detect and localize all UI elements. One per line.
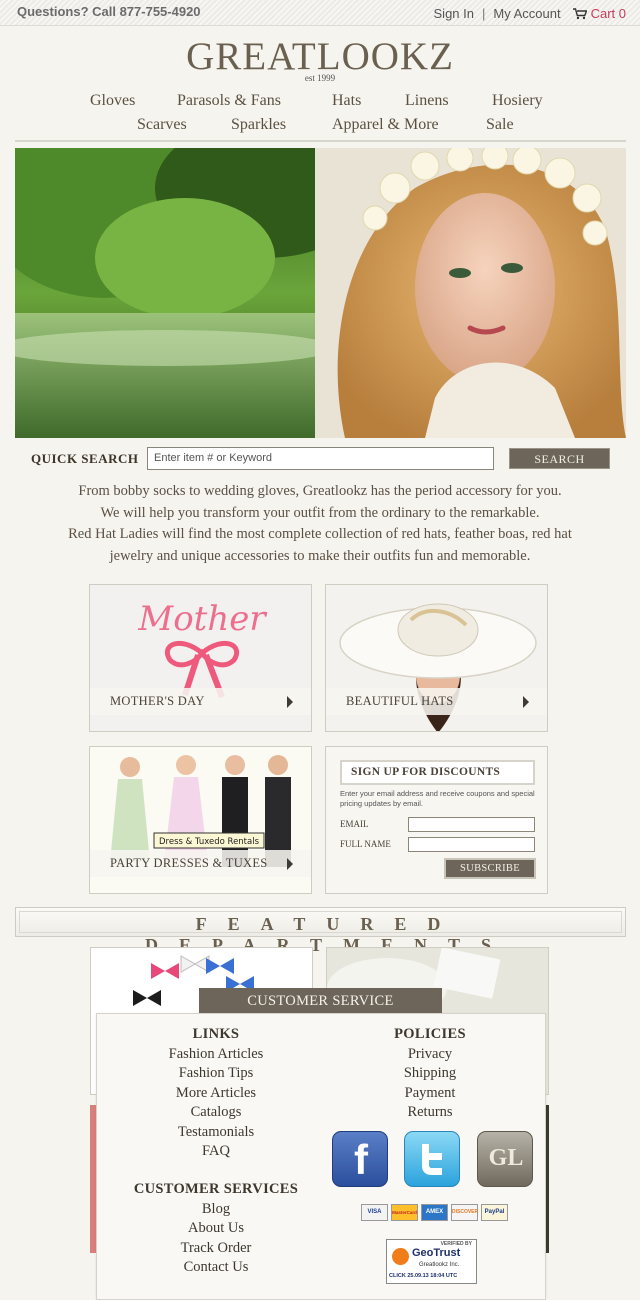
- beautiful-hats-tile[interactable]: BEAUTIFUL HATS: [325, 584, 548, 732]
- link-more-articles[interactable]: More Articles: [137, 1084, 295, 1104]
- policy-privacy[interactable]: Privacy: [360, 1045, 500, 1065]
- top-bar: Questions? Call 877-755-4920 Sign In | M…: [0, 0, 640, 26]
- tile-caption: PARTY DRESSES & TUXES: [90, 850, 311, 877]
- my-account-link[interactable]: My Account: [493, 6, 560, 21]
- links-heading: LINKS: [192, 1026, 240, 1042]
- intro-line: We will help you transform your outfit f…: [100, 504, 540, 521]
- mother-embroidery-text: Mother: [137, 599, 267, 639]
- signup-box: SIGN UP FOR DISCOUNTS Enter your email a…: [325, 746, 548, 894]
- email-field[interactable]: [408, 817, 535, 832]
- beautiful-hats-label: BEAUTIFUL HATS: [346, 694, 454, 708]
- nav-sparkles[interactable]: Sparkles: [231, 116, 286, 134]
- search-input[interactable]: Enter item # or Keyword: [147, 447, 494, 470]
- nav-linens[interactable]: Linens: [405, 92, 449, 110]
- policies-column: POLICIES Privacy Shipping Payment Return…: [360, 1025, 500, 1123]
- nav-apparel-more[interactable]: Apparel & More: [332, 116, 439, 134]
- email-label: EMAIL: [340, 819, 369, 829]
- paypal-icon: PayPal: [481, 1204, 508, 1221]
- logo-est: est 1999: [304, 73, 336, 83]
- payment-cards: VISA MasterCard AMEX DISCOVER PayPal: [361, 1204, 508, 1221]
- sign-in-link[interactable]: Sign In: [434, 6, 474, 21]
- link-testamonials[interactable]: Testamonials: [137, 1123, 295, 1143]
- geotrust-company: Greatlookz Inc.: [419, 1262, 460, 1268]
- link-fashion-tips[interactable]: Fashion Tips: [137, 1064, 295, 1084]
- nav-parasols-fans[interactable]: Parasols & Fans: [177, 92, 281, 110]
- tile-caption: MOTHER'S DAY: [90, 688, 311, 715]
- geotrust-badge[interactable]: VERIFIED BY GeoTrust Greatlookz Inc. CLI…: [386, 1239, 477, 1284]
- full-name-field[interactable]: [408, 837, 535, 852]
- customer-service-panel: LINKS Fashion Articles Fashion Tips More…: [96, 1013, 546, 1300]
- links-column: LINKS Fashion Articles Fashion Tips More…: [137, 1025, 295, 1162]
- signup-description: Enter your email address and receive cou…: [340, 789, 535, 808]
- mothers-day-tile[interactable]: Mother MOTHER'S DAY: [89, 584, 312, 732]
- hero-banner[interactable]: [15, 148, 626, 438]
- nav-scarves[interactable]: Scarves: [137, 116, 187, 134]
- twitter-glyph: [422, 1144, 442, 1175]
- arrow-right-icon: [287, 696, 293, 708]
- intro-line: Red Hat Ladies will find the most comple…: [68, 526, 572, 542]
- link-faq[interactable]: FAQ: [137, 1142, 295, 1162]
- quick-search-label: QUICK SEARCH: [31, 451, 139, 466]
- mastercard-icon: MasterCard: [391, 1204, 418, 1221]
- account-links: Sign In | My Account Cart 0: [434, 6, 626, 21]
- service-blog[interactable]: Blog: [115, 1200, 317, 1220]
- intro-text: From bobby socks to wedding gloves, Grea…: [20, 481, 620, 567]
- service-about-us[interactable]: About Us: [115, 1219, 317, 1239]
- subscribe-button[interactable]: SUBSCRIBE: [444, 858, 536, 879]
- greatlookz-icon[interactable]: GL: [477, 1131, 533, 1187]
- facebook-icon[interactable]: f: [332, 1131, 388, 1187]
- nav-hats[interactable]: Hats: [332, 92, 361, 110]
- customer-services-column: CUSTOMER SERVICES Blog About Us Track Or…: [115, 1180, 317, 1278]
- nav-sale[interactable]: Sale: [486, 116, 514, 134]
- amex-icon: AMEX: [421, 1204, 448, 1221]
- visa-icon: VISA: [361, 1204, 388, 1221]
- nav-hosiery[interactable]: Hosiery: [492, 92, 543, 110]
- featured-departments-header: FEATURED DEPARTMENTS: [15, 907, 626, 955]
- mothers-day-label: MOTHER'S DAY: [110, 694, 205, 708]
- party-dresses-label: PARTY DRESSES & TUXES: [110, 856, 268, 870]
- cart-link[interactable]: Cart 0: [572, 6, 626, 21]
- geotrust-brand: GeoTrust: [412, 1247, 461, 1259]
- customer-services-heading: CUSTOMER SERVICES: [133, 1181, 299, 1197]
- link-fashion-articles[interactable]: Fashion Articles: [137, 1045, 295, 1065]
- arrow-right-icon: [523, 696, 529, 708]
- nav-gloves[interactable]: Gloves: [90, 92, 135, 110]
- greatlookz-glyph: GL: [488, 1145, 524, 1171]
- intro-line: jewelry and unique accessories to make t…: [109, 547, 531, 564]
- customer-service-tab[interactable]: CUSTOMER SERVICE: [199, 988, 442, 1015]
- discover-icon: DISCOVER: [451, 1204, 478, 1221]
- geotrust-logo-icon: [392, 1248, 409, 1265]
- arrow-right-icon: [287, 858, 293, 870]
- search-button[interactable]: SEARCH: [509, 448, 610, 469]
- service-contact-us[interactable]: Contact Us: [115, 1258, 317, 1278]
- party-dresses-tile[interactable]: Dress & Tuxedo Rentals PARTY DRESSES & T…: [89, 746, 312, 894]
- policies-heading: POLICIES: [394, 1026, 466, 1042]
- cart-icon: [572, 7, 587, 19]
- policy-returns[interactable]: Returns: [360, 1103, 500, 1123]
- signup-heading: SIGN UP FOR DISCOUNTS: [340, 760, 535, 785]
- tile-caption: BEAUTIFUL HATS: [326, 688, 547, 715]
- twitter-icon[interactable]: [404, 1131, 460, 1187]
- policy-shipping[interactable]: Shipping: [360, 1064, 500, 1084]
- cart-label: Cart 0: [590, 6, 626, 21]
- policy-payment[interactable]: Payment: [360, 1084, 500, 1104]
- dress-rental-text: Dress & Tuxedo Rentals: [159, 837, 260, 847]
- separator: |: [482, 6, 486, 21]
- full-name-label: FULL NAME: [340, 839, 391, 849]
- service-track-order[interactable]: Track Order: [115, 1239, 317, 1259]
- facebook-glyph: f: [354, 1136, 368, 1183]
- nav-divider: [15, 140, 626, 142]
- link-catalogs[interactable]: Catalogs: [137, 1103, 295, 1123]
- geotrust-click: CLICK 25.09.13 18:04 UTC: [389, 1273, 458, 1279]
- intro-line: From bobby socks to wedding gloves, Grea…: [78, 483, 562, 499]
- phone-contact: Questions? Call 877-755-4920: [17, 4, 201, 19]
- hero-image: [15, 148, 626, 438]
